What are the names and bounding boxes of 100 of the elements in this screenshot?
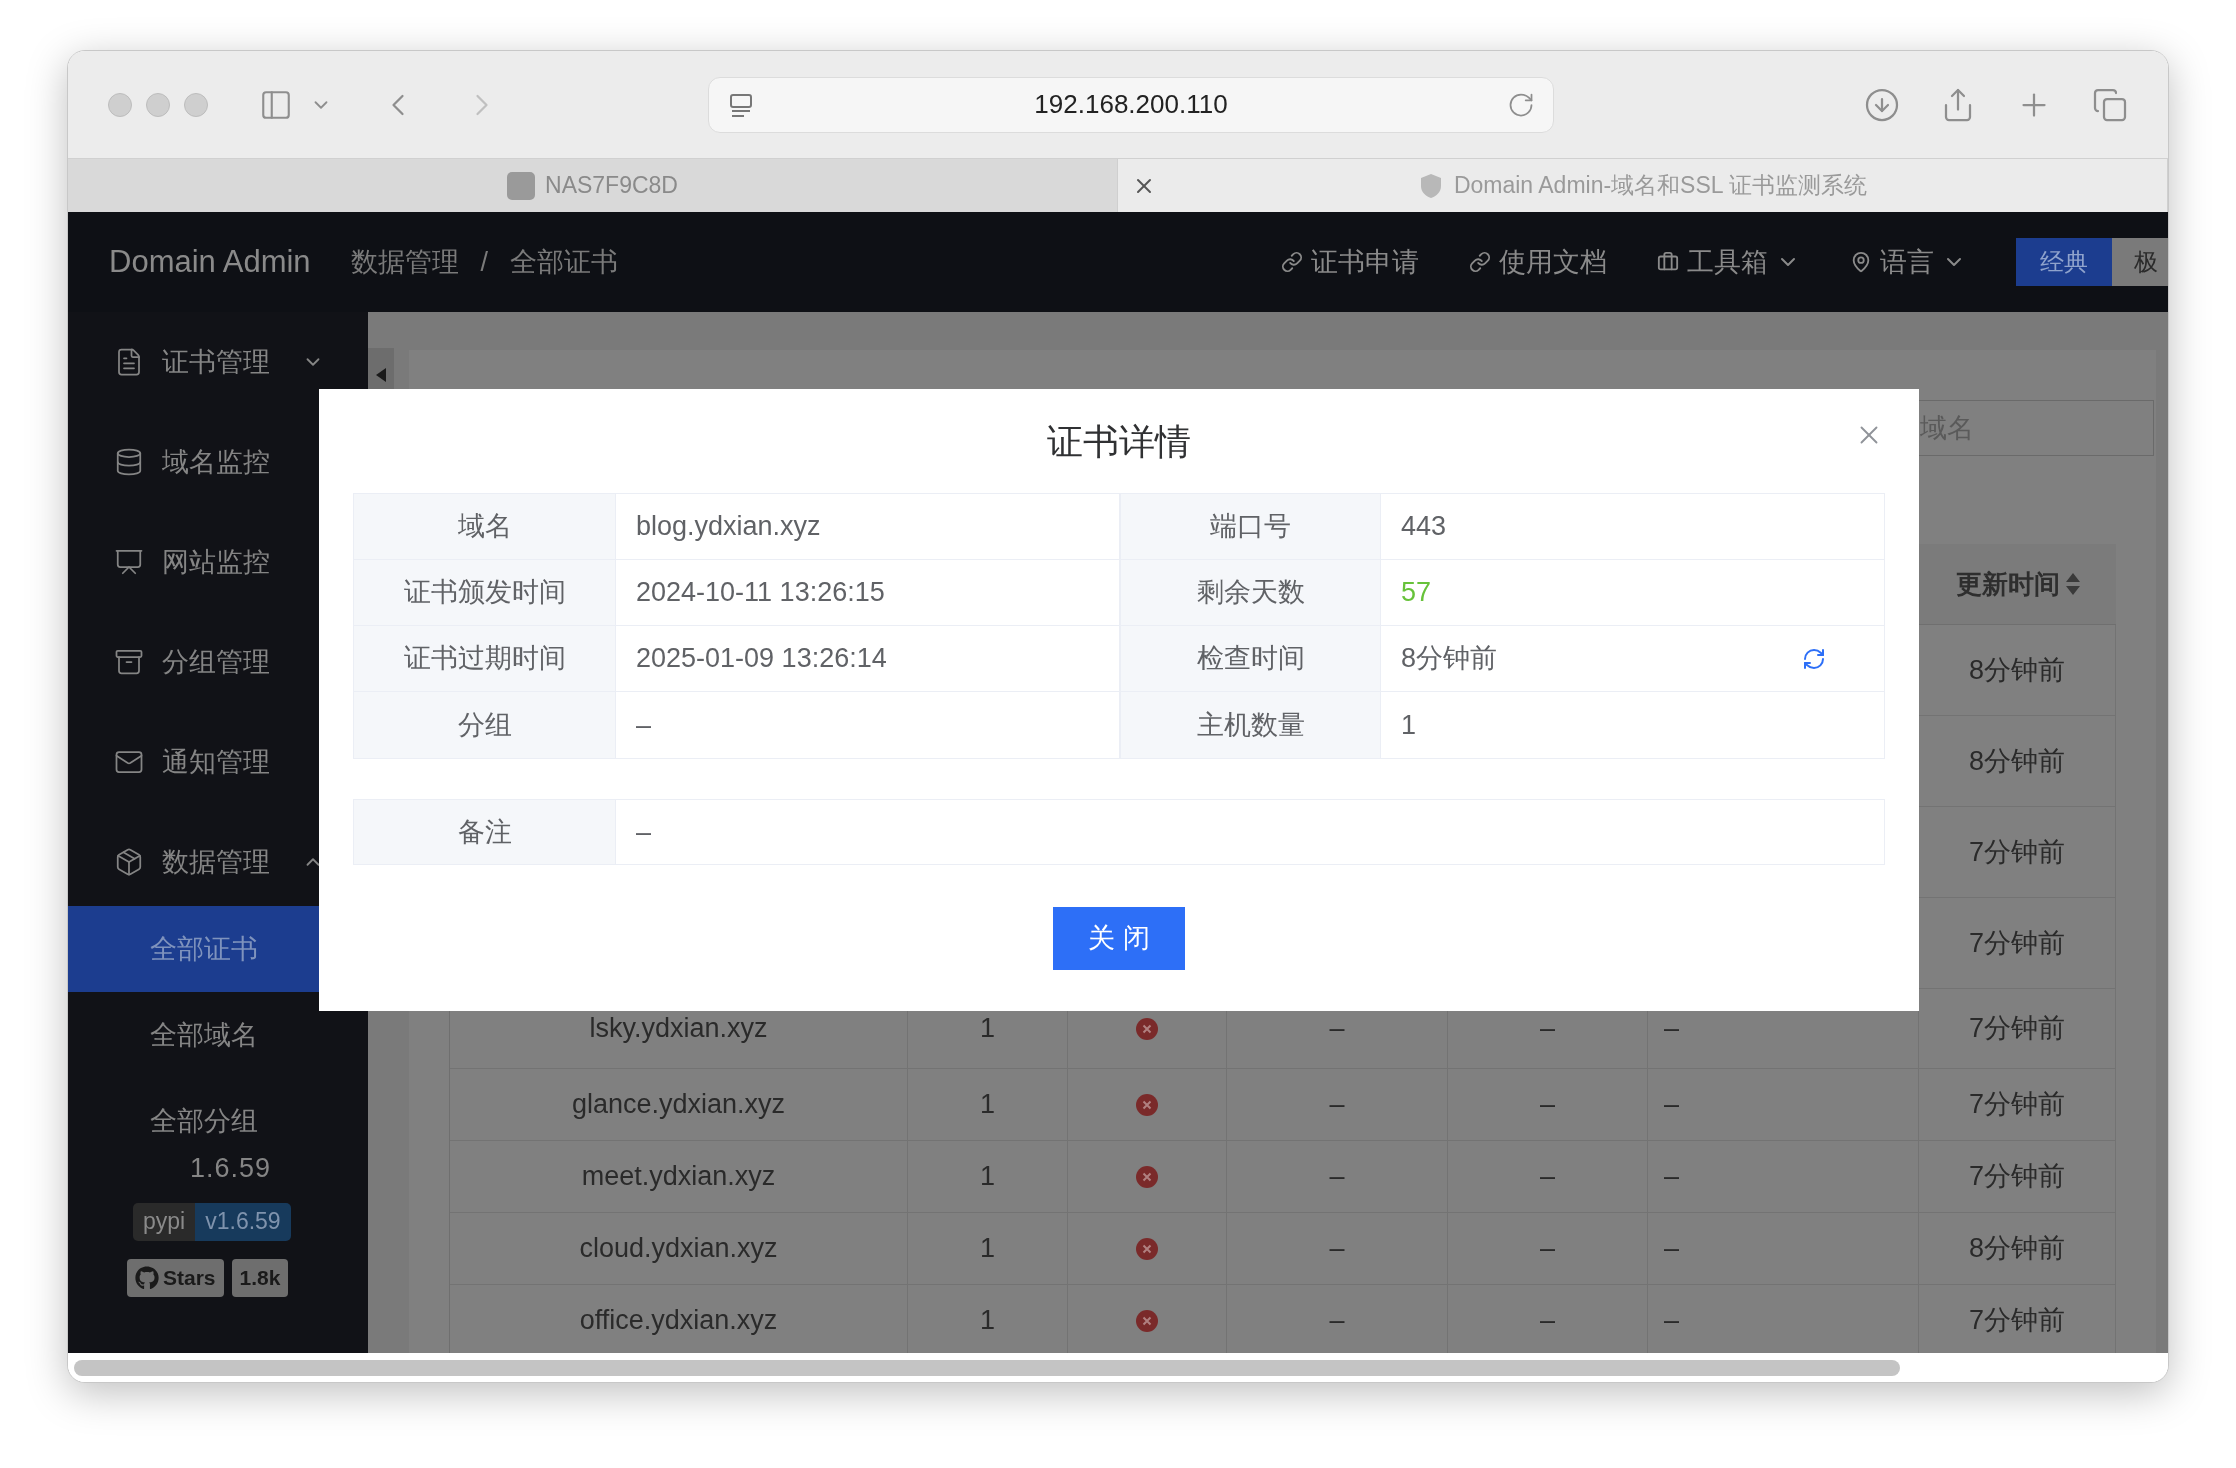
column-header[interactable]: 更新时间: [1919, 544, 2116, 624]
window-control[interactable]: [146, 92, 170, 117]
sidebar-label: 通知管理: [162, 745, 270, 779]
address-field[interactable]: 192.168.200.110: [708, 76, 1554, 133]
field-value: 2024-10-11 13:26:15: [636, 576, 885, 610]
pin-icon: [1850, 251, 1872, 273]
table-cell-text: 7分钟前: [1969, 1304, 2065, 1338]
sidebar-item[interactable]: 分组管理: [68, 612, 368, 712]
field-value: blog.ydxian.xyz: [636, 510, 821, 544]
badge-value: v1.6.59: [195, 1202, 291, 1241]
field-label: 备注: [457, 815, 512, 849]
nav-link[interactable]: 证书申请: [1281, 241, 1419, 283]
table-cell-text: –: [1329, 1160, 1345, 1194]
nav-link[interactable]: 语言: [1850, 241, 1966, 283]
table-cell-text: 1: [980, 1232, 995, 1266]
table-cell-text: –: [1540, 1088, 1555, 1122]
window-control[interactable]: [108, 92, 132, 117]
sidebar-item[interactable]: 域名监控: [68, 412, 368, 512]
table-cell-text: cloud.ydxian.xyz: [579, 1232, 778, 1266]
box-icon: [114, 847, 144, 877]
url-text: 192.168.200.110: [1033, 88, 1229, 121]
table-cell-text: 1: [980, 1160, 995, 1194]
sort-icon: [2065, 573, 2080, 595]
table-cell-text: lsky.ydxian.xyz: [589, 1012, 768, 1046]
field-label: 分组: [457, 708, 512, 742]
table-cell-text: 8分钟前: [1969, 1232, 2065, 1266]
github-icon: [135, 1265, 159, 1290]
table-cell-text: 1: [980, 1012, 995, 1046]
briefcase-icon: [1657, 251, 1679, 273]
field-label: 证书过期时间: [403, 642, 566, 676]
theme-button[interactable]: 极: [2112, 238, 2168, 286]
sidebar-label: 域名监控: [162, 445, 270, 479]
sidebar-item[interactable]: 证书管理: [68, 312, 368, 412]
table-cell-text: –: [1664, 1012, 1680, 1046]
link-icon: [1469, 251, 1491, 273]
table-cell-text: office.ydxian.xyz: [579, 1304, 778, 1338]
table-cell-text: 7分钟前: [1969, 926, 2065, 960]
field-label: 检查时间: [1196, 642, 1305, 676]
table-cell-text: glance.ydxian.xyz: [571, 1088, 786, 1122]
nav-link[interactable]: 使用文档: [1469, 241, 1607, 283]
table-cell-text: –: [1329, 1012, 1345, 1046]
badge-label: pypi: [133, 1202, 196, 1241]
breadcrumb-separator: /: [480, 245, 489, 279]
table-cell-text: 1: [980, 1088, 995, 1122]
table-cell-text: –: [1329, 1232, 1345, 1266]
table-cell-text: 7分钟前: [1969, 1012, 2065, 1046]
github-stars-button[interactable]: Stars: [127, 1258, 224, 1297]
field-value: 57: [1401, 576, 1432, 610]
tabs-overview-icon[interactable]: [2092, 86, 2128, 123]
field-label: 证书颁发时间: [403, 576, 566, 610]
version-text: 1.6.59: [189, 1152, 273, 1185]
tab-title: Domain Admin-域名和SSL 证书监测系统: [1453, 171, 1868, 201]
field-value: 1: [1401, 708, 1417, 742]
table-cell-text: –: [1329, 1088, 1345, 1122]
field-value: –: [636, 708, 652, 742]
table-cell-text: meet.ydxian.xyz: [581, 1160, 776, 1194]
tab-title: NAS7F9C8D: [545, 171, 678, 201]
brand-title: Domain Admin: [109, 242, 311, 281]
table-cell-text: –: [1540, 1232, 1555, 1266]
sidebar-item[interactable]: 通知管理: [68, 712, 368, 812]
table-cell-text: 8分钟前: [1969, 653, 2065, 687]
sidebar-subitem[interactable]: 全部域名: [68, 992, 368, 1078]
table-cell-text: –: [1664, 1088, 1680, 1122]
field-label: 域名: [457, 510, 512, 544]
table-cell-text: –: [1664, 1232, 1680, 1266]
table-cell-text: 7分钟前: [1969, 835, 2065, 869]
board-icon: [114, 547, 144, 577]
breadcrumb-item[interactable]: 数据管理: [350, 241, 459, 283]
table-cell-text: 1: [980, 1304, 995, 1338]
tray-icon: [114, 647, 144, 677]
table-cell-text: –: [1540, 1012, 1555, 1046]
field-label: 剩余天数: [1196, 576, 1305, 610]
database-icon: [114, 447, 144, 477]
table-cell-text: –: [1540, 1304, 1555, 1338]
table-cell-text: –: [1540, 1160, 1555, 1194]
link-icon: [1281, 251, 1303, 273]
nav-link[interactable]: 工具箱: [1657, 241, 1800, 283]
close-dialog-button[interactable]: 关 闭: [1053, 907, 1185, 970]
download-icon[interactable]: [1864, 86, 1900, 123]
scrollbar-thumb[interactable]: [74, 1359, 1900, 1376]
sidebar-label: 证书管理: [162, 345, 270, 379]
pypi-badge[interactable]: pypi v1.6.59: [133, 1202, 291, 1241]
table-cell-text: 8分钟前: [1969, 744, 2065, 778]
theme-button[interactable]: 经典: [2016, 238, 2112, 286]
sidebar-item[interactable]: 网站监控: [68, 512, 368, 612]
field-value: 2025-01-09 13:26:14: [636, 642, 887, 676]
breadcrumb-item[interactable]: 全部证书: [510, 241, 619, 283]
field-label: 端口号: [1210, 510, 1291, 544]
table-cell-text: –: [1329, 1304, 1345, 1338]
refresh-icon[interactable]: [1802, 646, 1826, 671]
field-value: –: [636, 815, 652, 849]
field-value: 8分钟前: [1401, 642, 1498, 676]
table-cell-text: 7分钟前: [1969, 1160, 2065, 1194]
sidebar-label: 网站监控: [162, 545, 270, 579]
caret-left-icon: [376, 368, 386, 382]
table-cell-text: –: [1664, 1304, 1680, 1338]
window-control[interactable]: [184, 92, 208, 117]
sidebar-label: 数据管理: [162, 845, 270, 879]
sidebar-label: 分组管理: [162, 645, 270, 679]
field-value: 443: [1401, 510, 1447, 544]
